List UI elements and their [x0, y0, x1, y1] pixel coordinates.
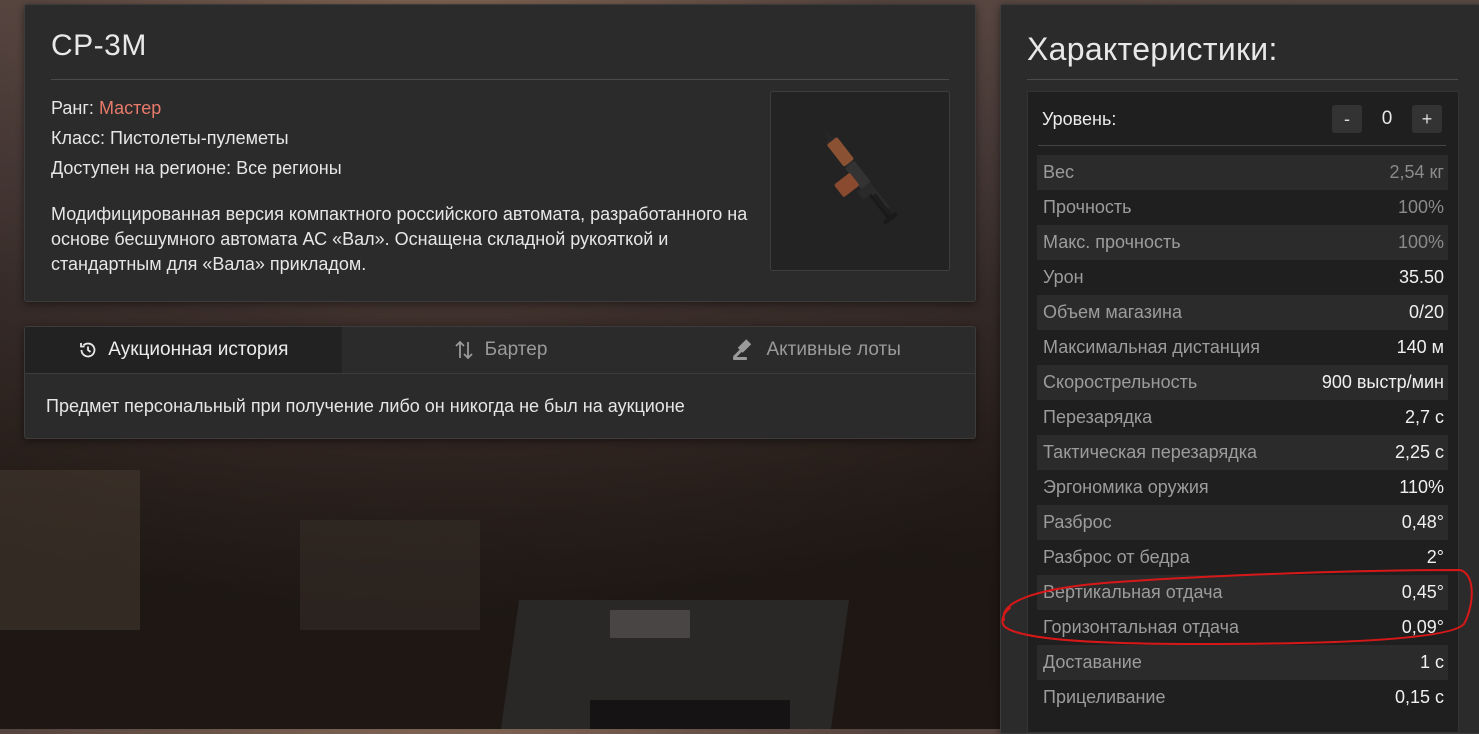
stat-row-reload: Перезарядка 2,7 с	[1037, 400, 1448, 435]
stat-value: 2,7 с	[1404, 407, 1444, 427]
level-row: Уровень: - 0 +	[1042, 102, 1442, 136]
gavel-icon	[733, 339, 752, 360]
stat-label: Скорострельность	[1043, 372, 1198, 392]
item-image	[770, 91, 950, 271]
stat-label: Перезарядка	[1043, 407, 1153, 427]
stat-value: 0/20	[1408, 302, 1444, 322]
stat-value: 2,25 с	[1394, 442, 1444, 462]
item-info-card: СР-3М Ранг: Мастер Класс: Пистолеты-пуле…	[24, 4, 976, 302]
background-ruin-mid	[300, 520, 480, 630]
stat-value: 35.50	[1398, 267, 1444, 287]
tab-label: Активные лоты	[766, 339, 901, 360]
rank-value: Мастер	[98, 98, 162, 118]
stat-row-magazine: Объем магазина 0/20	[1037, 295, 1448, 330]
stat-value: 0,45°	[1401, 582, 1444, 602]
stat-value: 0,48°	[1401, 512, 1444, 532]
stat-label: Прочность	[1043, 197, 1132, 217]
stat-label: Объем магазина	[1043, 302, 1182, 322]
stats-title-divider	[1027, 79, 1458, 80]
background-building-dark	[590, 700, 790, 729]
stat-row-draw: Доставание 1 с	[1037, 645, 1448, 680]
stat-label: Доставание	[1043, 652, 1142, 672]
stat-row-aim: Прицеливание 0,15 с	[1037, 680, 1448, 715]
stat-row-horizontal-recoil: Горизонтальная отдача 0,09°	[1037, 610, 1448, 645]
stat-row-vertical-recoil: Вертикальная отдача 0,45°	[1037, 575, 1448, 610]
tab-label: Бартер	[484, 339, 548, 360]
tab-auction-history[interactable]: Аукционная история	[25, 327, 342, 373]
auction-tabs: Аукционная история Бартер Активные лоты	[25, 327, 975, 374]
stat-label: Вес	[1043, 162, 1075, 182]
stat-row-fire-rate: Скорострельность 900 выстр/мин	[1037, 365, 1448, 400]
stats-list: Вес 2,54 кг Прочность 100% Макс. прочность…	[1037, 155, 1448, 715]
stat-row-max-durability: Макс. прочность 100%	[1037, 225, 1448, 260]
stat-label: Урон	[1043, 267, 1084, 287]
stat-value: 2,54 кг	[1389, 162, 1444, 182]
stats-panel: Характеристики: Уровень: - 0 + Вес 2,54 к…	[1000, 4, 1479, 734]
stat-value: 0,09°	[1401, 617, 1444, 637]
item-title: СР-3М	[51, 29, 147, 62]
stat-label: Тактическая перезарядка	[1043, 442, 1257, 462]
title-divider	[51, 79, 949, 80]
level-value: 0	[1381, 108, 1393, 129]
stat-value: 140 м	[1396, 337, 1444, 357]
stat-value: 1 с	[1419, 652, 1444, 672]
stat-value: 110%	[1399, 477, 1444, 497]
stat-label: Горизонтальная отдача	[1043, 617, 1240, 637]
background-ruin-left	[0, 470, 140, 630]
stat-label: Вертикальная отдача	[1043, 582, 1223, 602]
stat-label: Эргономика оружия	[1043, 477, 1209, 497]
background-building-top	[610, 610, 690, 638]
region-line: Доступен на регионе: Все регионы	[51, 158, 342, 178]
item-description: Модифицированная версия компактного росс…	[51, 204, 748, 274]
tab-barter[interactable]: Бартер	[342, 327, 659, 373]
stat-row-tactical-reload: Тактическая перезарядка 2,25 с	[1037, 435, 1448, 470]
stat-row-damage: Урон 35.50	[1037, 260, 1448, 295]
stat-row-max-distance: Максимальная дистанция 140 м	[1037, 330, 1448, 365]
level-decrease-button[interactable]: -	[1332, 105, 1362, 133]
rank-label: Ранг:	[51, 98, 94, 118]
level-label: Уровень:	[1042, 108, 1117, 129]
tab-label: Аукционная история	[108, 339, 289, 360]
tab-active-lots[interactable]: Активные лоты	[658, 327, 975, 373]
stat-row-weight: Вес 2,54 кг	[1037, 155, 1448, 190]
level-divider	[1038, 145, 1446, 146]
stat-value: 100%	[1397, 197, 1444, 217]
stat-row-spread: Разброс 0,48°	[1037, 505, 1448, 540]
stat-value: 0,15 с	[1394, 687, 1444, 707]
history-icon	[80, 342, 96, 358]
stat-label: Прицеливание	[1043, 687, 1166, 707]
stat-label: Разброс	[1043, 512, 1112, 532]
background-scenery	[0, 430, 1000, 729]
auction-message: Предмет персональный при получение либо …	[46, 396, 685, 416]
stat-row-hip-spread: Разброс от бедра 2°	[1037, 540, 1448, 575]
stats-title: Характеристики:	[1027, 31, 1278, 67]
stat-row-ergonomics: Эргономика оружия 110%	[1037, 470, 1448, 505]
stat-value: 2°	[1426, 547, 1444, 567]
stat-label: Максимальная дистанция	[1043, 337, 1260, 357]
stat-label: Разброс от бедра	[1043, 547, 1190, 567]
swap-arrows-icon	[454, 340, 473, 360]
stat-label: Макс. прочность	[1043, 232, 1181, 252]
level-increase-button[interactable]: +	[1412, 105, 1442, 133]
stat-value: 100%	[1397, 232, 1444, 252]
stat-value: 900 выстр/мин	[1321, 372, 1444, 392]
auction-panel: Аукционная история Бартер Активные лоты …	[24, 326, 976, 439]
stats-box: Уровень: - 0 + Вес 2,54 кг Прочность 100% …	[1027, 91, 1459, 733]
class-line: Класс: Пистолеты-пулеметы	[51, 128, 289, 148]
rifle-icon	[823, 131, 898, 225]
rank-line: Ранг: Мастер	[51, 98, 161, 119]
stat-row-durability: Прочность 100%	[1037, 190, 1448, 225]
